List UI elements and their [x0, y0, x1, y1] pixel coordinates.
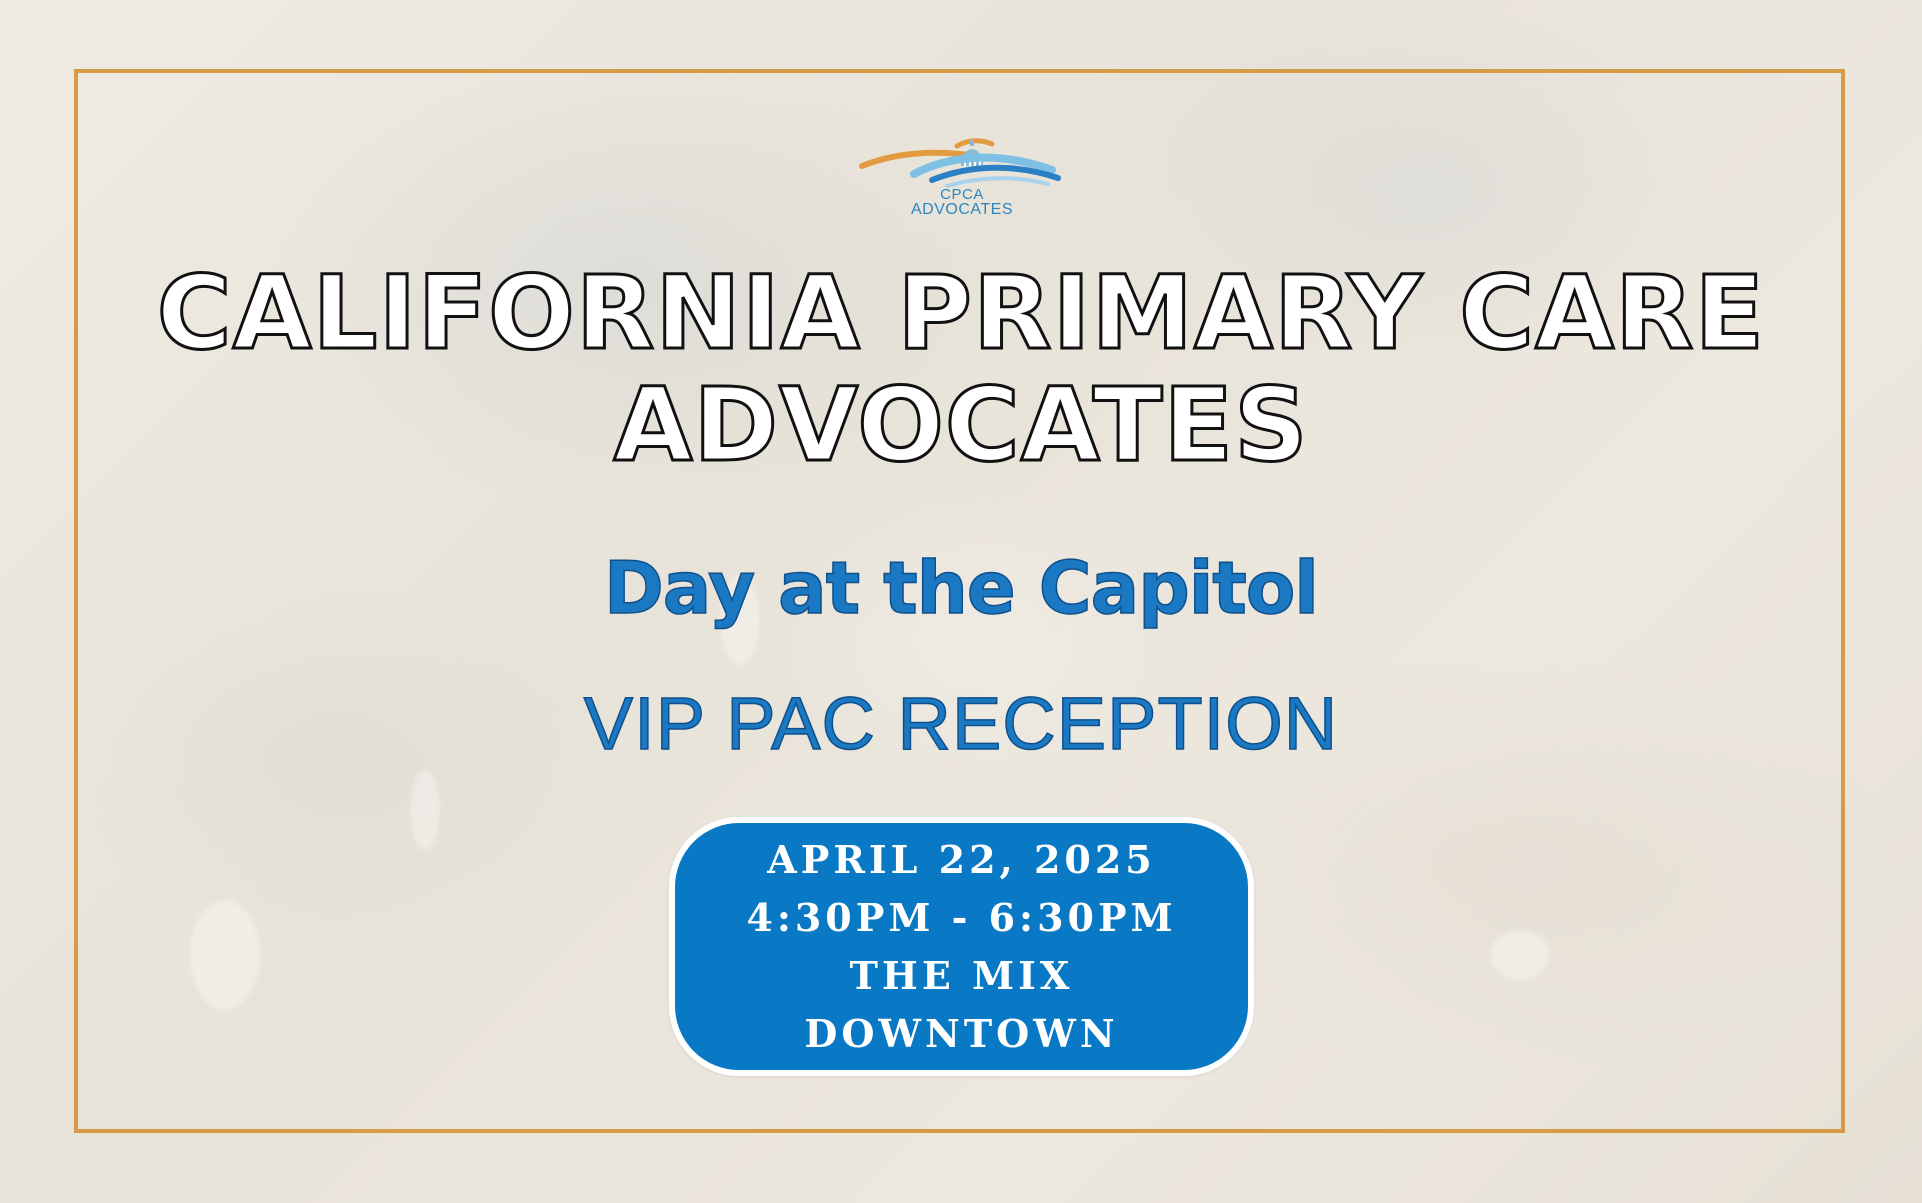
- title-line-2: ADVOCATES: [612, 366, 1309, 486]
- event-venue-line-2: DOWNTOWN: [804, 1010, 1119, 1056]
- reception-heading: VIP PAC RECEPTION: [583, 681, 1339, 766]
- event-title: CALIFORNIA PRIMARY CARE ADVOCATES: [80, 254, 1842, 486]
- title-line-1: CALIFORNIA PRIMARY CARE: [155, 254, 1766, 373]
- cpca-advocates-logo: CPCA ADVOCATES: [852, 132, 1072, 224]
- event-date: APRIL 22, 2025: [767, 836, 1156, 882]
- event-subtitle: Day at the Capitol: [603, 545, 1320, 631]
- event-time: 4:30PM - 6:30PM: [746, 894, 1177, 940]
- capitol-dome-waves-logo-icon: [859, 138, 1061, 188]
- logo-text-advocates: ADVOCATES: [911, 201, 1013, 218]
- event-details-card: APRIL 22, 2025 4:30PM - 6:30PM THE MIX D…: [669, 817, 1254, 1076]
- event-venue-line-1: THE MIX: [849, 952, 1074, 998]
